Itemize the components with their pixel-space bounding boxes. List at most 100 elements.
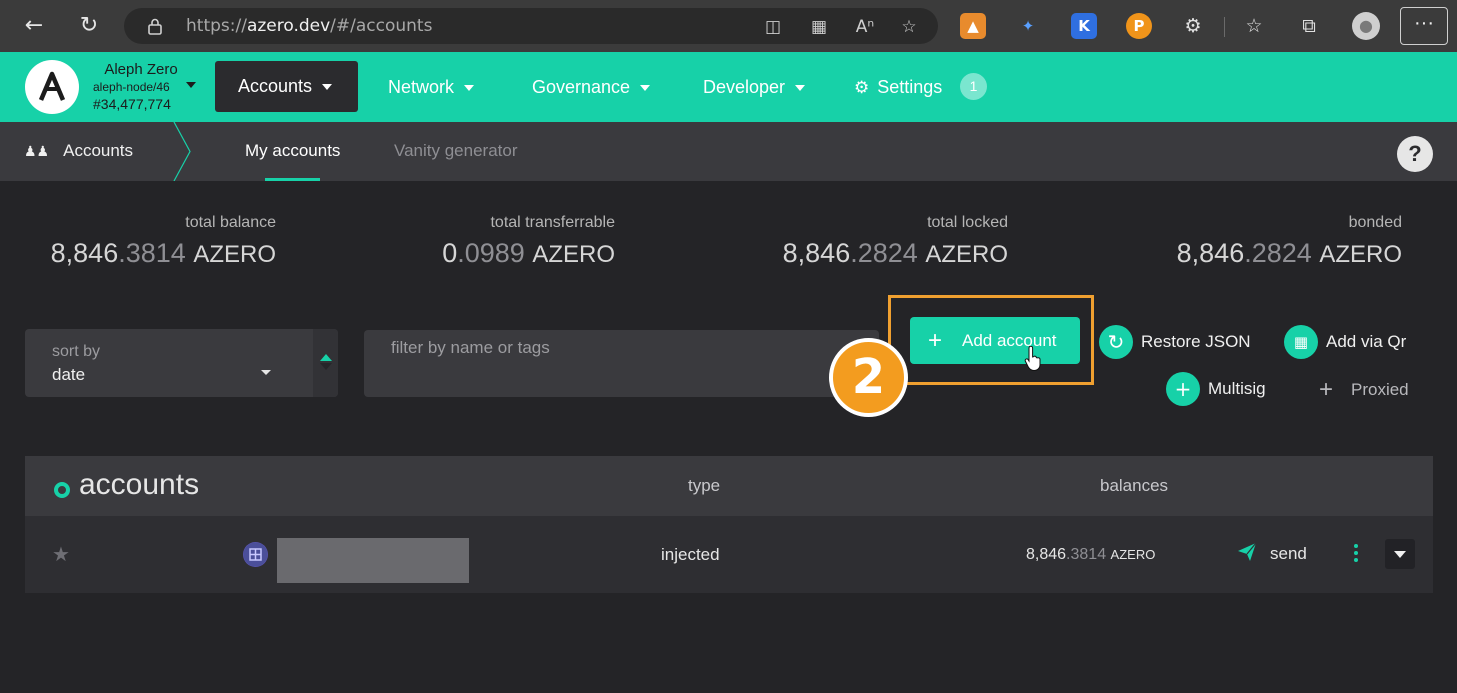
account-type: injected: [661, 545, 720, 564]
add-favorite-icon[interactable]: ☆: [898, 16, 920, 38]
sub-navigation: ♟♟ Accounts My accounts Vanity generator …: [0, 122, 1457, 181]
read-aloud-icon[interactable]: Aⁿ: [854, 16, 876, 38]
help-button[interactable]: ?: [1397, 136, 1433, 172]
tab-vanity-generator[interactable]: Vanity generator: [394, 141, 517, 161]
tab-my-accounts[interactable]: My accounts: [245, 141, 340, 161]
expand-row-button[interactable]: [1385, 539, 1415, 569]
apps-icon[interactable]: ▦: [808, 16, 830, 38]
sort-value[interactable]: date: [52, 365, 85, 385]
users-icon: ♟♟: [24, 144, 50, 160]
accounts-table-title: accounts: [79, 468, 200, 501]
plus-icon: +: [928, 327, 943, 354]
multisig-label: Multisig: [1208, 379, 1266, 398]
menu-network[interactable]: Network: [388, 52, 475, 122]
menu-accounts-label: Accounts: [238, 76, 313, 96]
node-version[interactable]: aleph-node/46: [93, 80, 170, 94]
table-row: ★ injected 8,846.3814 AZERO send: [25, 516, 1433, 593]
accounts-table-header: accounts type balances: [25, 456, 1433, 516]
summary-unit: AZERO: [1319, 241, 1402, 268]
chevron-down-icon: [464, 85, 475, 92]
p-extension-icon[interactable]: P: [1126, 13, 1152, 39]
best-block: #34,477,774: [93, 96, 171, 112]
summary-int: 8,846: [782, 238, 851, 268]
more-options-icon[interactable]: [1351, 542, 1361, 566]
summary-transferrable-label: total transferrable: [490, 214, 615, 231]
accounts-dot-icon: [54, 482, 70, 498]
menu-developer-label: Developer: [703, 77, 786, 97]
favorites-icon[interactable]: ☆: [1240, 12, 1268, 40]
summary-int: 8,846: [1176, 238, 1245, 268]
summary-unit: AZERO: [532, 241, 615, 268]
summary-dec: .0989: [457, 238, 525, 268]
identicon-icon[interactable]: [243, 542, 268, 567]
summary-locked-label: total locked: [927, 214, 1008, 231]
summary-bonded-value: 8,846.2824 AZERO: [1150, 238, 1402, 269]
menu-accounts[interactable]: Accounts: [215, 61, 358, 112]
aleph-zero-logo[interactable]: [25, 60, 79, 114]
summary-unit: AZERO: [925, 241, 1008, 268]
sort-direction-toggle[interactable]: [313, 329, 338, 397]
breadcrumb: ♟♟ Accounts: [24, 141, 133, 161]
chevron-down-icon[interactable]: [186, 82, 196, 88]
add-account-label: Add account: [962, 331, 1057, 350]
redacted-account-name: [277, 538, 469, 583]
step-badge: 2: [829, 338, 908, 417]
menu-developer[interactable]: Developer: [703, 52, 806, 122]
url-text[interactable]: https://azero.dev/#/accounts: [186, 16, 432, 36]
summary-unit: AZERO: [193, 241, 276, 268]
app-available-icon[interactable]: ◫: [762, 16, 784, 38]
star-icon[interactable]: ★: [52, 542, 70, 566]
menu-settings[interactable]: ⚙ Settings: [854, 52, 942, 122]
restore-json-label: Restore JSON: [1141, 332, 1251, 351]
satellite-icon[interactable]: ✦: [1015, 13, 1041, 39]
breadcrumb-label: Accounts: [63, 141, 134, 160]
account-balance[interactable]: 8,846.3814 AZERO: [1026, 546, 1155, 564]
menu-network-label: Network: [388, 77, 455, 97]
address-bar[interactable]: https://azero.dev/#/accounts ◫ ▦ Aⁿ ☆: [124, 8, 938, 44]
plus-icon: +: [1166, 372, 1200, 406]
chevron-down-icon: [640, 85, 651, 92]
send-label: send: [1270, 544, 1307, 563]
chevron-down-icon[interactable]: [261, 370, 271, 375]
summary-locked-value: 8,846.2824 AZERO: [760, 238, 1008, 269]
balance-int: 8,846: [1026, 546, 1067, 563]
summary-dec: .2824: [850, 238, 918, 268]
lock-icon[interactable]: [146, 17, 164, 35]
more-icon[interactable]: ···: [1400, 7, 1448, 45]
chevron-down-icon: [322, 84, 333, 91]
collections-icon[interactable]: ⧉: [1295, 12, 1323, 40]
menu-settings-label: Settings: [877, 77, 943, 97]
filter-input[interactable]: [364, 330, 879, 397]
toolbar-divider: [1224, 17, 1225, 37]
column-type: type: [688, 476, 721, 495]
summary-transferrable-value: 0.0989 AZERO: [370, 238, 615, 269]
menu-governance[interactable]: Governance: [532, 52, 651, 122]
summary-dec: .2824: [1244, 238, 1312, 268]
add-account-button[interactable]: + Add account: [910, 317, 1080, 364]
sort-dropdown[interactable]: sort by date: [25, 329, 338, 397]
breadcrumb-chevron-icon: [173, 122, 191, 181]
metamask-icon[interactable]: ▲: [960, 13, 986, 39]
sort-label: sort by: [52, 343, 101, 360]
profile-icon[interactable]: ●: [1352, 12, 1380, 40]
hand-cursor-icon: [1024, 346, 1041, 372]
sort-up-icon: [320, 354, 332, 361]
summary-dec: .3814: [118, 238, 186, 268]
sort-down-icon: [320, 363, 332, 370]
summary-bonded-label: bonded: [1348, 214, 1402, 231]
refresh-icon[interactable]: ↻: [73, 10, 105, 42]
summary-int: 8,846: [50, 238, 119, 268]
summary-total-balance-value: 8,846.3814 AZERO: [30, 238, 276, 269]
k-extension-icon[interactable]: K: [1071, 13, 1097, 39]
browser-toolbar: ← ↻ https://azero.dev/#/accounts ◫ ▦ Aⁿ …: [0, 0, 1457, 52]
extensions-icon[interactable]: ⚙: [1179, 12, 1207, 40]
active-tab-indicator: [265, 178, 320, 181]
back-icon[interactable]: ←: [18, 10, 50, 42]
sync-icon: ↻: [1099, 325, 1133, 359]
balance-unit: AZERO: [1110, 547, 1156, 562]
summary-total-balance-label: total balance: [185, 214, 276, 231]
menu-governance-label: Governance: [532, 77, 631, 97]
qrcode-icon: ▦: [1284, 325, 1318, 359]
chevron-down-icon: [1394, 551, 1406, 558]
chain-name[interactable]: Aleph Zero: [100, 61, 182, 78]
